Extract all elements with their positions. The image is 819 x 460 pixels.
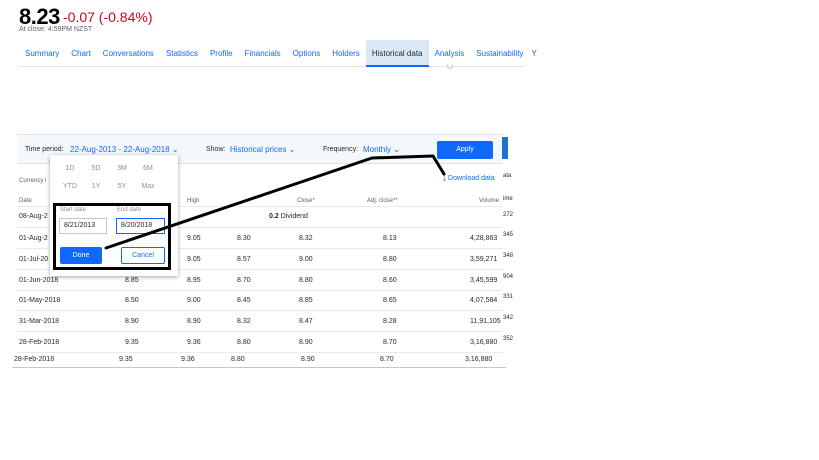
right-clip-text: 904 bbox=[503, 273, 514, 280]
right-clip-text: 348 bbox=[503, 252, 514, 259]
right-clip-text: 352 bbox=[503, 336, 514, 342]
annotation-line bbox=[104, 154, 446, 250]
right-clip-text: 331 bbox=[503, 294, 514, 301]
right-clip-text: 342 bbox=[503, 315, 514, 322]
annotation-arrow bbox=[104, 154, 446, 250]
right-clip-text: 345 bbox=[503, 232, 514, 238]
